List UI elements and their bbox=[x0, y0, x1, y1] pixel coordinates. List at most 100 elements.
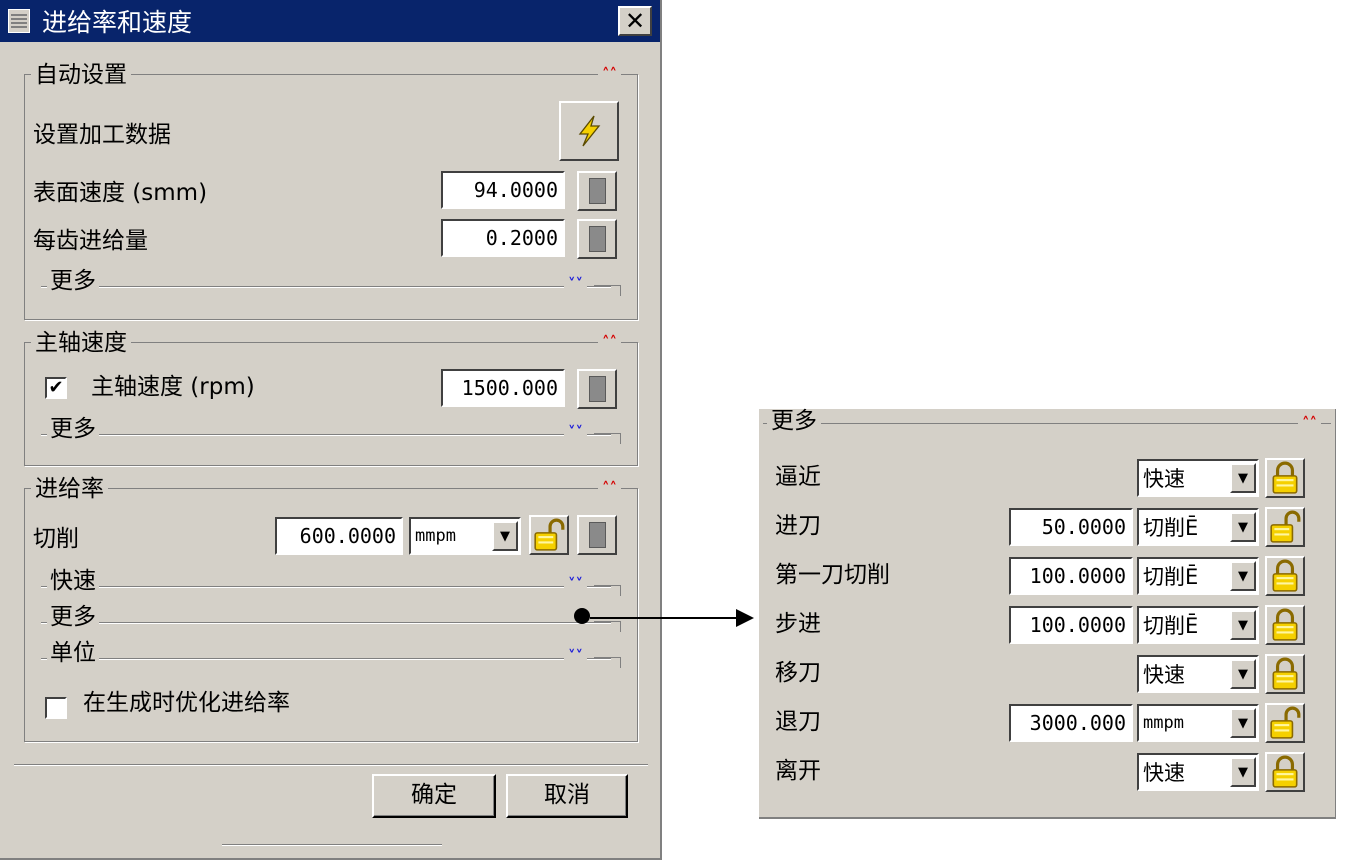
cut-calc-button[interactable] bbox=[577, 515, 617, 555]
collapse-chevron-icon[interactable]: ˄˄ bbox=[598, 478, 621, 498]
more-row-value-input[interactable]: 50.0000 bbox=[1009, 508, 1133, 546]
more-row-lock-button[interactable] bbox=[1265, 458, 1305, 498]
lock-icon bbox=[1268, 608, 1302, 642]
more-row-unit-value: 快速 bbox=[1143, 663, 1185, 687]
feeds-speeds-dialog: 进给率和速度 ✕ 自动设置 ˄˄ 设置加工数据 表面速度 (smm) 94.00… bbox=[0, 0, 662, 860]
dropdown-arrow-icon[interactable]: ▼ bbox=[1230, 757, 1256, 787]
more-row-unit-dropdown[interactable]: 切削Ē ▼ bbox=[1137, 606, 1259, 644]
cut-label: 切削 bbox=[33, 526, 79, 552]
rapid-section[interactable]: 快速 ˅˅ bbox=[41, 569, 621, 596]
expand-chevron-icon[interactable]: ˅˅ bbox=[564, 646, 587, 666]
dialog-title: 进给率和速度 bbox=[42, 8, 193, 37]
spindle-speed-input[interactable]: 1500.000 bbox=[441, 369, 565, 407]
ok-button[interactable]: 确定 bbox=[372, 774, 496, 818]
unlock-icon bbox=[1268, 706, 1302, 740]
more-row-value-input[interactable]: 3000.000 bbox=[1009, 704, 1133, 742]
lock-icon bbox=[1268, 755, 1302, 789]
calculator-icon bbox=[588, 376, 606, 402]
dropdown-arrow-icon[interactable]: ▼ bbox=[1230, 561, 1256, 591]
auto-settings-group: 自动设置 ˄˄ 设置加工数据 表面速度 (smm) 94.0000 每齿进给量 … bbox=[24, 63, 638, 320]
lock-icon bbox=[1268, 559, 1302, 593]
cut-unit-value: mmpm bbox=[415, 526, 456, 546]
units-label: 单位 bbox=[47, 641, 99, 665]
spindle-speed-label: 主轴速度 (rpm) bbox=[91, 374, 255, 400]
dropdown-arrow-icon[interactable]: ▼ bbox=[1230, 512, 1256, 542]
more-row-lock-button[interactable] bbox=[1265, 654, 1305, 694]
set-data-button[interactable] bbox=[559, 101, 619, 161]
feed-per-tooth-label: 每齿进给量 bbox=[33, 228, 148, 254]
more-row-value-input[interactable]: 100.0000 bbox=[1009, 606, 1133, 644]
more-row-unit-dropdown[interactable]: 快速 ▼ bbox=[1137, 753, 1259, 791]
surface-speed-calc-button[interactable] bbox=[577, 171, 617, 211]
resize-grip[interactable] bbox=[222, 844, 442, 846]
more-row-unit-dropdown[interactable]: 快速 ▼ bbox=[1137, 655, 1259, 693]
callout-arrow-head-icon bbox=[736, 609, 754, 627]
more-row-label: 进刀 bbox=[775, 513, 821, 539]
more-row-unit-dropdown[interactable]: mmpm ▼ bbox=[1137, 704, 1259, 742]
more-row-lock-button[interactable] bbox=[1265, 556, 1305, 596]
more-row-unit-value: 快速 bbox=[1143, 467, 1185, 491]
callout-arrow-line bbox=[590, 617, 740, 619]
optimize-feed-label: 在生成时优化进给率 bbox=[83, 690, 290, 716]
close-button[interactable]: ✕ bbox=[618, 6, 652, 36]
feed-more-label: 更多 bbox=[47, 605, 99, 629]
cut-feed-input[interactable]: 600.0000 bbox=[275, 517, 403, 555]
more-row-lock-button[interactable] bbox=[1265, 605, 1305, 645]
more-row-lock-button[interactable] bbox=[1265, 752, 1305, 792]
more-row-label: 步进 bbox=[775, 611, 821, 637]
cancel-button[interactable]: 取消 bbox=[506, 774, 628, 818]
more-row-lock-button[interactable] bbox=[1265, 703, 1305, 743]
dropdown-arrow-icon[interactable]: ▼ bbox=[1230, 708, 1256, 738]
spindle-more-label: 更多 bbox=[47, 417, 99, 441]
more-row-label: 第一刀切削 bbox=[775, 562, 890, 588]
collapse-chevron-icon[interactable]: ˄˄ bbox=[598, 332, 621, 352]
more-panel-title: 更多 bbox=[767, 409, 821, 433]
surface-speed-input[interactable]: 94.0000 bbox=[441, 171, 565, 209]
lightning-icon bbox=[578, 115, 601, 147]
more-row-label: 移刀 bbox=[775, 660, 821, 686]
feed-per-tooth-calc-button[interactable] bbox=[577, 219, 617, 259]
auto-more-label: 更多 bbox=[47, 269, 99, 293]
feed-per-tooth-input[interactable]: 0.2000 bbox=[441, 219, 565, 257]
more-row-value-input[interactable]: 100.0000 bbox=[1009, 557, 1133, 595]
dropdown-arrow-icon[interactable]: ▼ bbox=[1230, 463, 1256, 493]
more-row-unit-value: 切削Ē bbox=[1143, 614, 1199, 638]
close-icon: ✕ bbox=[624, 7, 646, 35]
more-row-unit-value: 切削Ē bbox=[1143, 516, 1199, 540]
feed-rates-group: 进给率 ˄˄ 切削 600.0000 mmpm ▼ 快速 ˅˅ 更多 单位 ˅˅… bbox=[24, 477, 638, 742]
feed-rates-title: 进给率 bbox=[31, 477, 108, 501]
more-row-lock-button[interactable] bbox=[1265, 507, 1305, 547]
dropdown-arrow-icon[interactable]: ▼ bbox=[1230, 610, 1256, 640]
spindle-more-section[interactable]: 更多 ˅˅ bbox=[41, 417, 621, 444]
auto-more-section[interactable]: 更多 ˅˅ bbox=[41, 269, 621, 296]
more-panel: 更多 ˄˄ 逼近 快速 ▼ 进刀 50.0000 切削Ē ▼ 第一刀切削 100.0000 切削Ē… bbox=[759, 409, 1336, 819]
set-data-label: 设置加工数据 bbox=[33, 122, 171, 148]
spindle-speed-calc-button[interactable] bbox=[577, 369, 617, 409]
unlock-icon bbox=[532, 518, 566, 552]
title-bar[interactable]: 进给率和速度 ✕ bbox=[0, 0, 660, 42]
optimize-feed-checkbox[interactable] bbox=[45, 697, 67, 719]
units-section[interactable]: 单位 ˅˅ bbox=[41, 641, 621, 668]
more-row-label: 退刀 bbox=[775, 709, 821, 735]
expand-chevron-icon[interactable]: ˅˅ bbox=[564, 422, 587, 442]
more-row-label: 离开 bbox=[775, 758, 821, 784]
more-row-unit-dropdown[interactable]: 快速 ▼ bbox=[1137, 459, 1259, 497]
cut-lock-button[interactable] bbox=[529, 515, 569, 555]
more-row-unit-dropdown[interactable]: 切削Ē ▼ bbox=[1137, 508, 1259, 546]
calculator-icon bbox=[588, 178, 606, 204]
cut-unit-dropdown[interactable]: mmpm ▼ bbox=[409, 517, 521, 555]
collapse-chevron-icon[interactable]: ˄˄ bbox=[598, 64, 621, 84]
more-row-unit-value: mmpm bbox=[1143, 713, 1184, 733]
collapse-chevron-icon[interactable]: ˄˄ bbox=[1298, 413, 1321, 433]
more-row-label: 逼近 bbox=[775, 464, 821, 490]
auto-settings-title: 自动设置 bbox=[31, 63, 131, 87]
expand-chevron-icon[interactable]: ˅˅ bbox=[564, 274, 587, 294]
rapid-label: 快速 bbox=[47, 569, 99, 593]
spindle-speed-checkbox[interactable]: ✔ bbox=[45, 377, 67, 399]
dropdown-arrow-icon[interactable]: ▼ bbox=[492, 521, 518, 551]
surface-speed-label: 表面速度 (smm) bbox=[33, 180, 208, 206]
feed-more-section[interactable]: 更多 bbox=[41, 605, 621, 632]
more-row-unit-dropdown[interactable]: 切削Ē ▼ bbox=[1137, 557, 1259, 595]
dropdown-arrow-icon[interactable]: ▼ bbox=[1230, 659, 1256, 689]
expand-chevron-icon[interactable]: ˅˅ bbox=[564, 574, 587, 594]
